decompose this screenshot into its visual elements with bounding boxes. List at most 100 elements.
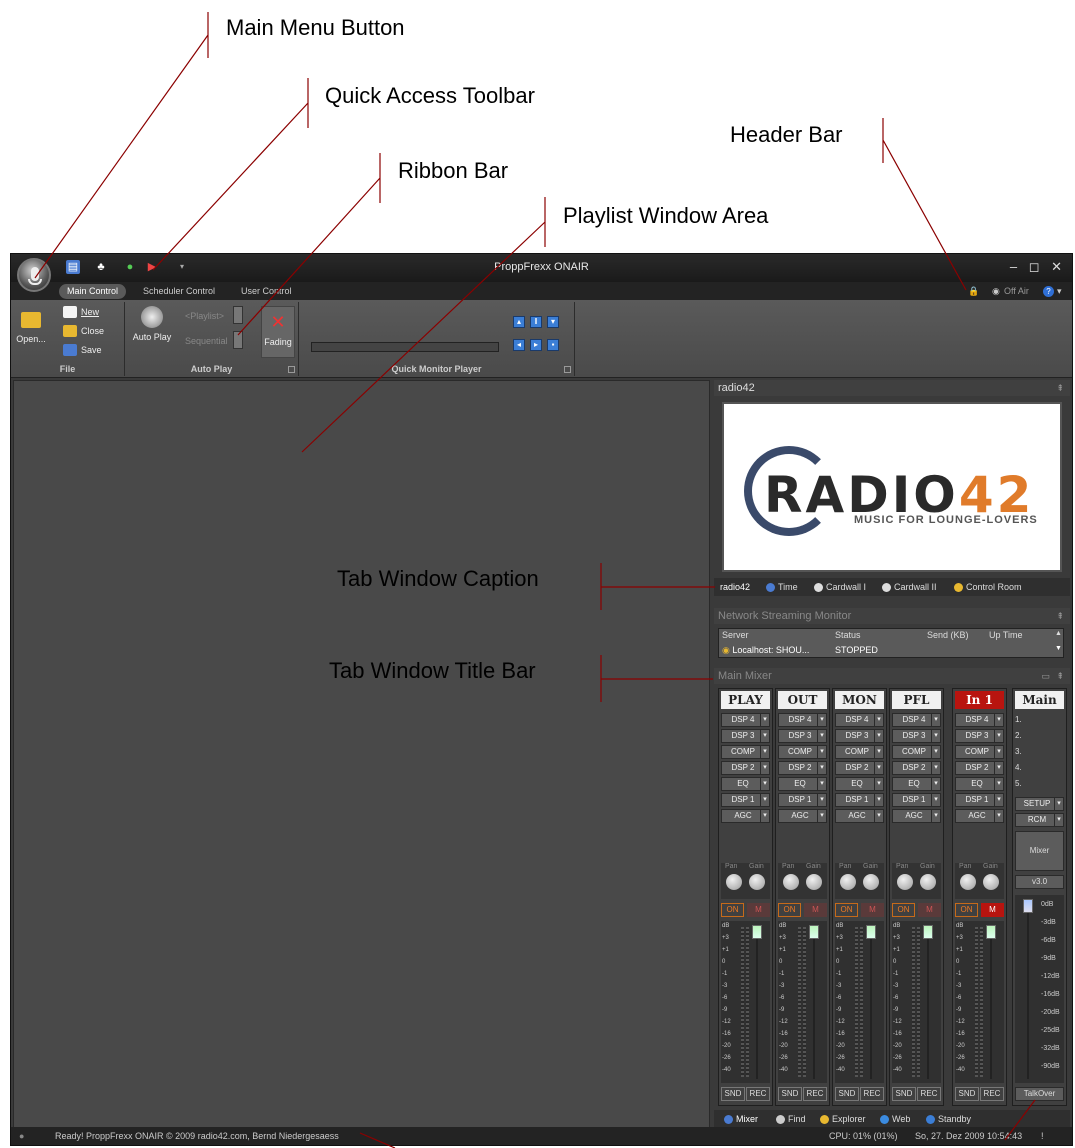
effect-slot[interactable]: DSP 4 ▾ [721, 713, 770, 727]
on-button[interactable]: ON [721, 903, 744, 917]
playlist-dropdown[interactable] [233, 306, 243, 324]
effect-slot[interactable]: DSP 2 ▾ [778, 761, 827, 775]
effect-slot[interactable]: DSP 1 ▾ [892, 793, 941, 807]
slot-dropdown-icon[interactable]: ▾ [931, 714, 940, 726]
rec-button[interactable]: REC [746, 1087, 770, 1101]
strip-header-main[interactable]: Main [1015, 691, 1064, 709]
effect-slot[interactable]: DSP 1 ▾ [835, 793, 884, 807]
slot-dropdown-icon[interactable]: ▾ [994, 746, 1003, 758]
qmp-play-icon[interactable]: ▸ [530, 339, 542, 351]
pan-knob[interactable] [726, 874, 742, 890]
playlist-select[interactable]: <Playlist> [185, 310, 224, 322]
mute-button[interactable]: M [747, 903, 770, 917]
strip-header[interactable]: In 1 [955, 691, 1004, 709]
open-button[interactable]: Open... [15, 312, 47, 344]
help-icon[interactable]: ? [1043, 286, 1054, 297]
gain-knob[interactable] [983, 874, 999, 890]
scroll-up-icon[interactable]: ▲ [1055, 630, 1062, 637]
slot-dropdown-icon[interactable]: ▾ [760, 730, 769, 742]
tab-cardwall-1[interactable]: Cardwall I [814, 580, 866, 594]
effect-slot[interactable]: EQ ▾ [835, 777, 884, 791]
slot-dropdown-icon[interactable]: ▾ [760, 714, 769, 726]
rec-button[interactable]: REC [917, 1087, 941, 1101]
snd-button[interactable]: SND [778, 1087, 802, 1101]
effect-slot[interactable]: DSP 4 ▾ [778, 713, 827, 727]
mute-button[interactable]: M [918, 903, 941, 917]
main-fader[interactable] [1023, 899, 1033, 913]
mute-button[interactable]: M [861, 903, 884, 917]
talkover-button[interactable]: TalkOver [1015, 1087, 1064, 1101]
column-header-send[interactable]: Send (KB) [927, 630, 969, 640]
mode-select[interactable]: Sequential [185, 335, 228, 347]
slot-dropdown-icon[interactable]: ▾ [874, 794, 883, 806]
effect-slot[interactable]: AGC ▾ [892, 809, 941, 823]
slot-dropdown-icon[interactable]: ▾ [874, 746, 883, 758]
tab-main-control[interactable]: Main Control [59, 284, 127, 299]
slot-dropdown-icon[interactable]: ▾ [817, 746, 826, 758]
maximize-icon[interactable]: ▭ [1041, 668, 1050, 684]
volume-fader[interactable] [809, 925, 819, 939]
slot-dropdown-icon[interactable]: ▾ [994, 778, 1003, 790]
slot-dropdown-icon[interactable]: ▾ [931, 778, 940, 790]
rec-button[interactable]: REC [803, 1087, 827, 1101]
effect-slot[interactable]: EQ ▾ [955, 777, 1004, 791]
main-menu-button[interactable] [17, 258, 51, 292]
slot-dropdown-icon[interactable]: ▾ [994, 762, 1003, 774]
slot-dropdown-icon[interactable]: ▾ [817, 794, 826, 806]
mute-button[interactable]: M [804, 903, 827, 917]
slot-dropdown-icon[interactable]: ▾ [931, 810, 940, 822]
effect-slot[interactable]: DSP 1 ▾ [778, 793, 827, 807]
effect-slot[interactable]: AGC ▾ [778, 809, 827, 823]
volume-fader[interactable] [923, 925, 933, 939]
slot-dropdown-icon[interactable]: ▾ [931, 762, 940, 774]
tab-scheduler-control[interactable]: Scheduler Control [135, 284, 223, 299]
dialog-launcher-icon[interactable] [288, 366, 295, 373]
new-button[interactable]: New [81, 306, 99, 318]
slot-dropdown-icon[interactable]: ▾ [760, 810, 769, 822]
on-button[interactable]: ON [835, 903, 858, 917]
column-header-status[interactable]: Status [835, 630, 861, 640]
lock-icon[interactable]: 🔒 [968, 284, 979, 299]
volume-fader[interactable] [866, 925, 876, 939]
onair-status[interactable]: Off Air [1004, 284, 1029, 299]
slot-dropdown-icon[interactable]: ▾ [817, 778, 826, 790]
quick-access-doc-icon[interactable]: ▤ [66, 260, 80, 274]
pan-knob[interactable] [840, 874, 856, 890]
qmp-rewind-icon[interactable]: ▴ [513, 316, 525, 328]
volume-fader[interactable] [986, 925, 996, 939]
close-button[interactable]: Close [81, 325, 104, 337]
notification-icon[interactable]: ! [1041, 1127, 1044, 1145]
dialog-launcher-icon[interactable] [564, 366, 571, 373]
slot-dropdown-icon[interactable]: ▾ [994, 810, 1003, 822]
pin-icon[interactable]: ⇞ [1056, 608, 1064, 624]
playlist-window-area[interactable] [13, 380, 710, 1128]
qmp-eject-icon[interactable]: ▪ [547, 339, 559, 351]
rcm-slot[interactable]: RCM ▾ [1015, 813, 1064, 827]
effect-slot[interactable]: EQ ▾ [892, 777, 941, 791]
column-header-server[interactable]: Server [722, 630, 749, 640]
effect-slot[interactable]: DSP 1 ▾ [721, 793, 770, 807]
effect-slot[interactable]: DSP 1 ▾ [955, 793, 1004, 807]
slot-dropdown-icon[interactable]: ▾ [931, 730, 940, 742]
tab-mixer[interactable]: Mixer [724, 1112, 758, 1126]
gain-knob[interactable] [749, 874, 765, 890]
strip-header[interactable]: PLAY [721, 691, 770, 709]
effect-slot[interactable]: EQ ▾ [778, 777, 827, 791]
effect-slot[interactable]: COMP ▾ [892, 745, 941, 759]
slot-dropdown-icon[interactable]: ▾ [817, 810, 826, 822]
volume-fader[interactable] [752, 925, 762, 939]
qmp-back-icon[interactable]: ◂ [513, 339, 525, 351]
snd-button[interactable]: SND [721, 1087, 745, 1101]
tab-standby[interactable]: Standby [926, 1112, 971, 1126]
effect-slot[interactable]: DSP 2 ▾ [721, 761, 770, 775]
quick-access-user-icon[interactable]: ♣ [94, 260, 108, 274]
slot-dropdown-icon[interactable]: ▾ [931, 746, 940, 758]
effect-slot[interactable]: DSP 4 ▾ [892, 713, 941, 727]
on-button[interactable]: ON [892, 903, 915, 917]
on-button[interactable]: ON [955, 903, 978, 917]
tab-user-control[interactable]: User Control [233, 284, 300, 299]
mode-dropdown[interactable] [233, 331, 243, 349]
pan-knob[interactable] [783, 874, 799, 890]
effect-slot[interactable]: AGC ▾ [955, 809, 1004, 823]
slot-dropdown-icon[interactable]: ▾ [817, 730, 826, 742]
